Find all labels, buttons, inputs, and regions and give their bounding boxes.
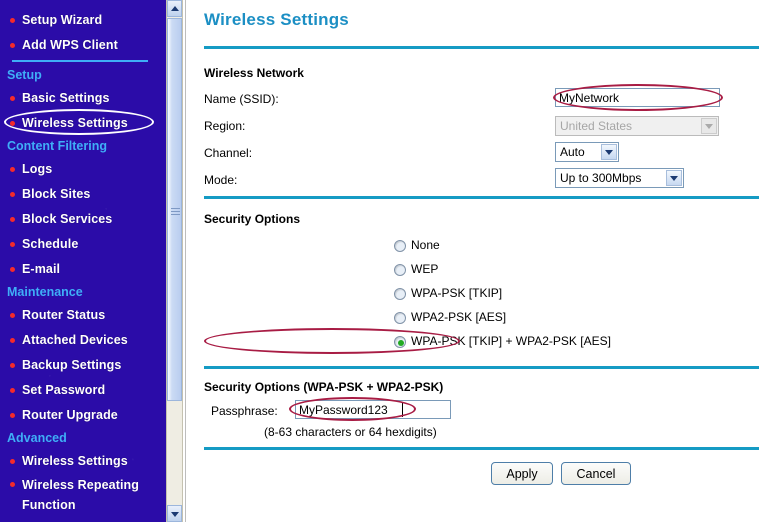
sidebar-item-label: E-mail [22,262,61,276]
sidebar-item-label: Attached Devices [22,333,128,347]
sidebar-item-label: Backup Settings [22,358,122,372]
channel-select[interactable]: Auto [555,142,619,162]
sidebar-item-block-services[interactable]: Block Services [0,207,166,232]
sidebar-item-label: Block Services [22,212,113,226]
sidebar-item-wireless-settings[interactable]: Wireless Settings [0,109,166,136]
sidebar-item-backup-settings[interactable]: Backup Settings [0,353,166,378]
wireless-network-heading: Wireless Network [204,66,304,80]
sidebar-item-label: Set Password [22,383,106,397]
sidebar-item-router-status[interactable]: Router Status [0,303,166,328]
divider-actions [204,447,759,450]
sidebar-item-logs[interactable]: Logs [0,157,166,182]
divider-passphrase [204,366,759,369]
mode-value: Up to 300Mbps [560,171,642,185]
grip-icon [171,206,180,215]
security-options-heading: Security Options [204,212,301,226]
sidebar-item-label: Wireless Repeating Function [22,478,140,512]
passphrase-label: Passphrase: [211,404,278,418]
sidebar-item-label: Add WPS Client [22,38,118,52]
scroll-up-button[interactable] [167,0,182,17]
region-label: Region: [204,119,246,133]
region-value: United States [560,119,633,133]
sidebar-item-setup-wizard[interactable]: Setup Wizard [0,8,166,33]
sidebar-item-label: Router Upgrade [22,408,118,422]
cancel-button[interactable]: Cancel [561,462,631,485]
text-cursor [402,403,403,417]
main-content: Wireless Settings Wireless Network Name … [185,0,759,522]
sidebar-item-schedule[interactable]: Schedule [0,232,166,257]
sidebar-item-label: Router Status [22,308,106,322]
sidebar-section-content-filtering: Content Filtering [7,139,107,153]
sidebar-item-set-password[interactable]: Set Password [0,378,166,403]
divider-top [204,46,759,49]
sidebar-item-advanced-wireless-settings[interactable]: Wireless Settings [0,449,166,474]
sidebar-section-maintenance: Maintenance [7,285,83,299]
sidebar-section-advanced: Advanced [7,431,67,445]
router-admin-page: Setup Wizard Add WPS Client Setup Basic … [0,0,759,522]
radio-label: WEP [411,262,439,276]
sidebar-item-label: Schedule [22,237,79,251]
sidebar-section-setup: Setup [7,68,42,82]
sidebar-item-add-wps-client[interactable]: Add WPS Client [0,33,166,58]
passphrase-hint: (8-63 characters or 64 hexdigits) [264,425,437,439]
sidebar-item-email[interactable]: E-mail [0,257,166,282]
sidebar-item-label: Wireless Settings [22,454,128,468]
region-select[interactable]: United States [555,116,719,136]
sidebar-item-label: Block Sites [22,187,91,201]
passphrase-section-heading: Security Options (WPA-PSK + WPA2-PSK) [204,380,444,394]
radio-icon [394,288,406,300]
sidebar-scrollbar[interactable] [166,0,183,522]
mode-select[interactable]: Up to 300Mbps [555,168,684,188]
radio-label: WPA-PSK [TKIP] + WPA2-PSK [AES] [411,334,611,348]
radio-icon [394,240,406,252]
sidebar-item-label: Wireless Settings [22,116,128,130]
sidebar-item-label: Logs [22,162,53,176]
chevron-down-icon [601,144,617,160]
radio-label: None [411,238,440,252]
sidebar-item-block-sites[interactable]: Block Sites [0,182,166,207]
scrollbar-thumb[interactable] [167,18,182,401]
radio-icon [394,312,406,324]
radio-icon [394,336,406,348]
channel-value: Auto [560,145,585,159]
radio-label: WPA2-PSK [AES] [411,310,507,324]
passphrase-input[interactable] [295,400,451,419]
apply-button[interactable]: Apply [491,462,553,485]
navigation-sidebar: Setup Wizard Add WPS Client Setup Basic … [0,0,166,522]
sidebar-item-attached-devices[interactable]: Attached Devices [0,328,166,353]
divider-security [204,196,759,199]
sidebar-item-wireless-repeating-function[interactable]: Wireless Repeating Function [0,474,166,516]
sidebar-item-basic-settings[interactable]: Basic Settings [0,86,166,111]
page-title: Wireless Settings [204,10,349,29]
ssid-label: Name (SSID): [204,92,279,106]
chevron-up-icon [171,6,179,11]
chevron-down-icon [666,170,682,186]
mode-label: Mode: [204,173,238,187]
sidebar-item-label: Basic Settings [22,91,110,105]
scroll-down-button[interactable] [167,505,182,522]
sidebar-item-label: Setup Wizard [22,13,103,27]
channel-label: Channel: [204,146,253,160]
sidebar-item-router-upgrade[interactable]: Router Upgrade [0,403,166,428]
radio-icon [394,264,406,276]
ssid-input[interactable] [555,88,720,107]
chevron-down-icon [701,118,717,134]
sidebar-divider [12,60,148,62]
radio-label: WPA-PSK [TKIP] [411,286,503,300]
chevron-down-icon [171,512,179,517]
